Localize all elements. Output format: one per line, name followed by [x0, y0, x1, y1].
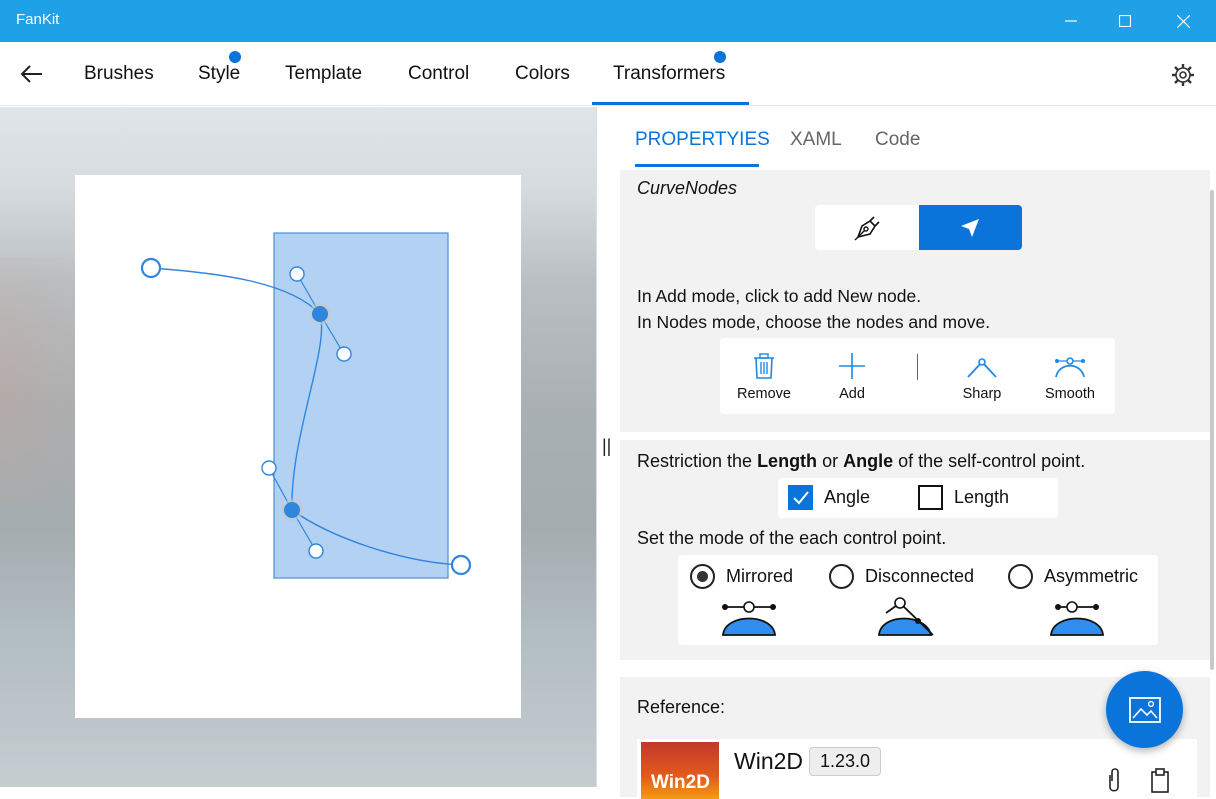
- control-mode-radios: Mirrored Disconnected Asymmetric: [678, 555, 1158, 645]
- sharp-label: Sharp: [962, 386, 1002, 402]
- close-icon[interactable]: [1160, 0, 1206, 42]
- radio-dot: [690, 564, 715, 589]
- asymmetric-label: Asymmetric: [1044, 566, 1138, 586]
- title-bar: FanKit: [0, 0, 1216, 42]
- paperclip-icon[interactable]: [1105, 767, 1127, 793]
- image-fab-button[interactable]: [1106, 671, 1183, 748]
- minimize-icon[interactable]: [1048, 0, 1094, 42]
- restriction-length-word: Length: [757, 451, 818, 471]
- start-node: [140, 257, 162, 279]
- active-tab-indicator: [592, 102, 749, 105]
- control-point: [261, 460, 277, 476]
- gear-icon[interactable]: [1170, 62, 1196, 88]
- checkbox-box: [918, 485, 943, 510]
- maximize-icon[interactable]: [1102, 0, 1148, 42]
- add-label: Add: [839, 386, 865, 402]
- image-icon: [1128, 696, 1161, 723]
- section-title: CurveNodes: [637, 178, 738, 198]
- tab-code[interactable]: Code: [875, 129, 920, 151]
- disconnected-mode-icon: [878, 597, 934, 636]
- tab-template[interactable]: Template: [285, 63, 362, 85]
- style-notification-dot: [229, 51, 241, 63]
- tab-xaml[interactable]: XAML: [790, 129, 842, 151]
- smooth-node-icon: [1055, 357, 1085, 378]
- length-checkbox[interactable]: Length: [918, 485, 1009, 510]
- tab-colors[interactable]: Colors: [515, 63, 570, 85]
- radio-dot: [1008, 564, 1033, 589]
- curve-nodes-section: CurveNodes In Add mode, click to add New…: [620, 170, 1210, 432]
- node-toolbar: Remove Add Sharp Smooth: [720, 338, 1115, 414]
- cursor-icon: [961, 218, 980, 237]
- restriction-text: Restriction the Length or Angle of the s…: [637, 451, 1085, 472]
- sharp-node-icon: [967, 358, 997, 378]
- mode-switch: [815, 205, 1022, 250]
- selected-node: [312, 306, 328, 322]
- asymmetric-mode-icon: [1050, 601, 1104, 636]
- mirrored-radio[interactable]: Mirrored: [690, 564, 793, 589]
- splitter-grip[interactable]: ||: [602, 436, 611, 457]
- reference-name: Win2D: [734, 748, 804, 774]
- end-node: [450, 554, 472, 576]
- remove-label: Remove: [737, 386, 791, 402]
- smooth-label: Smooth: [1045, 386, 1095, 402]
- remove-button[interactable]: Remove: [724, 352, 804, 402]
- nodes-mode-button[interactable]: [918, 205, 1022, 250]
- pen-icon: [854, 215, 880, 240]
- plus-icon: [839, 353, 865, 379]
- control-point: [289, 266, 305, 282]
- restriction-text-part: of the self-control point.: [893, 451, 1086, 471]
- selection-rectangle: [273, 232, 449, 579]
- canvas-area[interactable]: [0, 107, 596, 787]
- asymmetric-radio[interactable]: Asymmetric: [1008, 564, 1138, 589]
- disconnected-radio[interactable]: Disconnected: [829, 564, 974, 589]
- selected-node: [284, 502, 300, 518]
- help-text-add: In Add mode, click to add New node.: [637, 286, 922, 306]
- angle-checkbox[interactable]: Angle: [788, 485, 870, 510]
- disconnected-label: Disconnected: [865, 566, 975, 586]
- reference-label: Reference:: [637, 697, 726, 717]
- control-point: [336, 346, 352, 362]
- curve-editor[interactable]: [0, 107, 596, 787]
- control-mode-text: Set the mode of the each control point.: [637, 528, 947, 548]
- control-point: [308, 543, 324, 559]
- tab-brushes[interactable]: Brushes: [84, 63, 154, 85]
- add-button[interactable]: Add: [812, 352, 892, 402]
- restriction-section: Restriction the Length or Angle of the s…: [620, 440, 1210, 660]
- tab-control[interactable]: Control: [408, 63, 469, 85]
- win2d-thumbnail: Win2D: [641, 742, 719, 799]
- length-label: Length: [954, 487, 1010, 507]
- tab-style[interactable]: Style: [198, 63, 240, 85]
- sharp-button[interactable]: Sharp: [942, 352, 1022, 402]
- help-text-nodes: In Nodes mode, choose the nodes and move…: [637, 312, 991, 332]
- add-mode-button[interactable]: [815, 205, 919, 250]
- tab-propertyies[interactable]: PROPERTYIES: [635, 129, 770, 151]
- restriction-angle-word: Angle: [843, 451, 894, 471]
- checkmark-icon: [788, 485, 813, 510]
- back-arrow-icon[interactable]: [18, 60, 46, 88]
- restriction-text-part: or: [817, 451, 844, 471]
- app-title: FanKit: [16, 11, 60, 28]
- top-nav: Brushes Style Template Control Colors Tr…: [0, 42, 1216, 106]
- smooth-button[interactable]: Smooth: [1030, 352, 1110, 402]
- clipboard-icon[interactable]: [1149, 767, 1171, 793]
- angle-label: Angle: [824, 487, 871, 507]
- tab-transformers[interactable]: Transformers: [613, 63, 725, 85]
- radio-dot: [829, 564, 854, 589]
- trash-icon: [754, 353, 774, 379]
- version-badge: 1.23.0: [809, 747, 882, 776]
- toolbar-divider: [917, 354, 918, 380]
- mirrored-label: Mirrored: [726, 566, 794, 586]
- restriction-checkboxes: Angle Length: [778, 478, 1058, 518]
- thumbnail-text: Win2D: [651, 772, 710, 793]
- transformers-notification-dot: [714, 51, 726, 63]
- mirrored-mode-icon: [722, 601, 776, 636]
- reference-card[interactable]: Win2D Win2D 1.23.0: [637, 739, 1197, 799]
- panel-tab-indicator: [635, 164, 759, 167]
- panel-scrollbar[interactable]: [1210, 190, 1214, 670]
- restriction-text-part: Restriction the: [637, 451, 758, 471]
